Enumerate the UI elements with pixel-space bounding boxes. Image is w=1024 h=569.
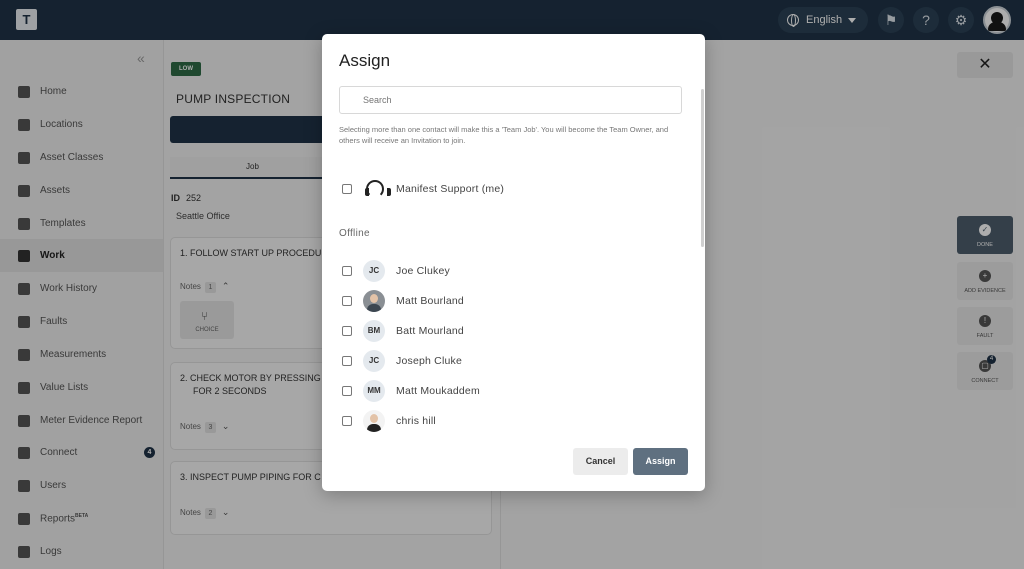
- checkbox[interactable]: [342, 416, 352, 426]
- team-job-hint: Selecting more than one contact will mak…: [339, 125, 669, 145]
- contact-name: Manifest Support (me): [396, 183, 505, 195]
- assign-button[interactable]: Assign: [633, 448, 688, 475]
- contact-name: Matt Bourland: [396, 295, 464, 307]
- contact-row[interactable]: JC Joseph Cluke: [342, 350, 682, 372]
- contact-name: Matt Moukaddem: [396, 385, 480, 397]
- checkbox[interactable]: [342, 386, 352, 396]
- contact-row[interactable]: JC Joe Clukey: [342, 260, 682, 282]
- scrollbar[interactable]: [701, 89, 704, 247]
- assign-modal: Assign Selecting more than one contact w…: [322, 34, 705, 491]
- avatar: JC: [363, 350, 385, 372]
- contact-row[interactable]: Matt Bourland: [342, 290, 682, 312]
- contact-row[interactable]: BM Batt Mourland: [342, 320, 682, 342]
- contact-name: chris hill: [396, 415, 436, 427]
- contact-name: Joe Clukey: [396, 265, 450, 277]
- checkbox[interactable]: [342, 266, 352, 276]
- avatar: JC: [363, 260, 385, 282]
- avatar: BM: [363, 320, 385, 342]
- contact-name: Joseph Cluke: [396, 355, 463, 367]
- checkbox[interactable]: [342, 356, 352, 366]
- avatar-photo: [363, 410, 385, 432]
- section-offline: Offline: [339, 228, 370, 239]
- modal-title: Assign: [339, 51, 391, 70]
- contact-row[interactable]: MM Matt Moukaddem: [342, 380, 682, 402]
- avatar-photo: [363, 290, 385, 312]
- checkbox[interactable]: [342, 184, 352, 194]
- checkbox[interactable]: [342, 296, 352, 306]
- avatar: MM: [363, 380, 385, 402]
- contact-row[interactable]: chris hill: [342, 410, 682, 432]
- checkbox[interactable]: [342, 326, 352, 336]
- cancel-button[interactable]: Cancel: [573, 448, 628, 475]
- headset-icon: [363, 178, 391, 200]
- contact-name: Batt Mourland: [396, 325, 464, 337]
- search-input[interactable]: [339, 86, 682, 114]
- contact-row-me[interactable]: Manifest Support (me): [342, 178, 682, 200]
